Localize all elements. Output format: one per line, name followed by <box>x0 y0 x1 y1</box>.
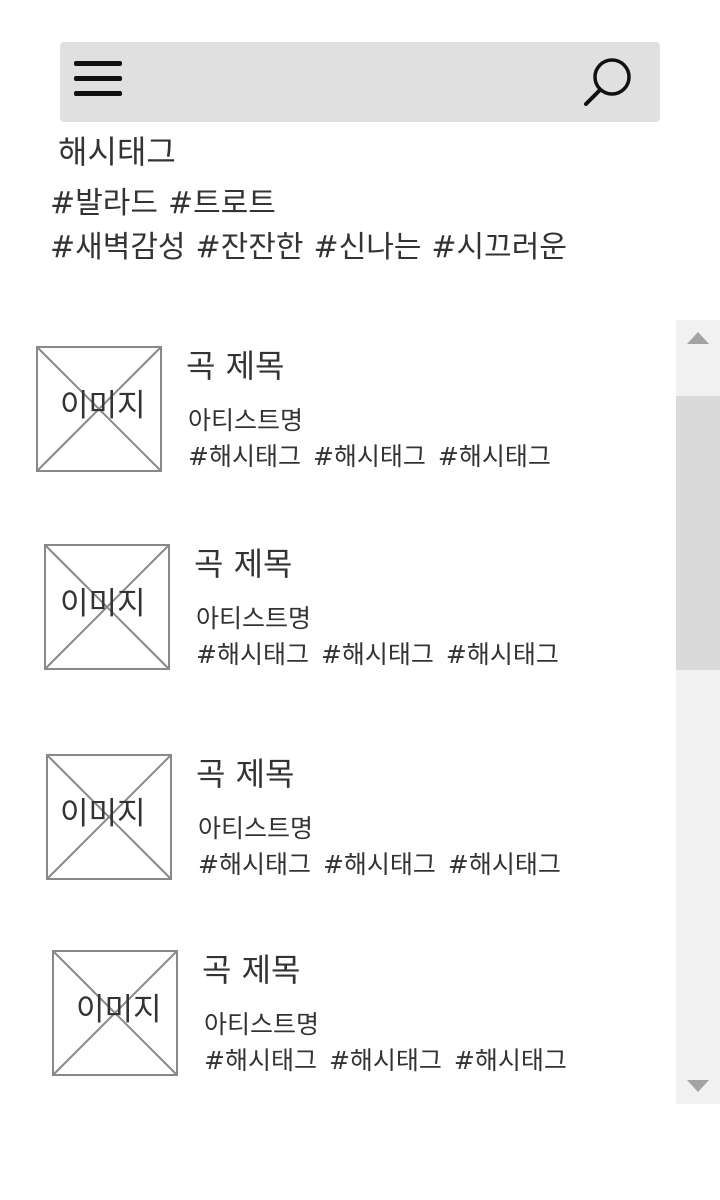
artist-name: 아티스트명 <box>204 1010 320 1039</box>
song-hashtag[interactable]: #해시태그 <box>204 1046 317 1075</box>
hashtag-section-title: 해시태그 <box>58 133 176 171</box>
song-hashtags: #해시태그 #해시태그 #해시태그 <box>198 848 573 882</box>
image-placeholder-label: 이미지 <box>60 586 146 622</box>
hashtag-calm[interactable]: #잔잔한 <box>196 230 304 265</box>
song-hashtag[interactable]: #해시태그 <box>188 442 301 471</box>
song-title: 곡 제목 <box>196 755 295 793</box>
song-hashtag[interactable]: #해시태그 <box>454 1046 567 1075</box>
song-hashtag[interactable]: #해시태그 <box>321 640 434 669</box>
vertical-scrollbar[interactable] <box>676 320 720 1104</box>
scrollbar-thumb[interactable] <box>676 396 720 670</box>
song-hashtag[interactable]: #해시태그 <box>313 442 426 471</box>
image-placeholder-label: 이미지 <box>60 796 146 832</box>
song-image-placeholder: 이미지 <box>52 950 178 1076</box>
image-placeholder-label: 이미지 <box>76 992 162 1028</box>
artist-name: 아티스트명 <box>198 814 314 843</box>
song-hashtags: #해시태그 #해시태그 #해시태그 <box>188 440 563 474</box>
hashtag-row: #발라드 #트로트 <box>50 184 286 224</box>
song-hashtag[interactable]: #해시태그 <box>448 850 561 879</box>
scroll-up-arrow-icon[interactable] <box>676 320 720 360</box>
song-image-placeholder: 이미지 <box>36 346 162 472</box>
song-hashtag[interactable]: #해시태그 <box>198 850 311 879</box>
artist-name: 아티스트명 <box>196 604 312 633</box>
song-hashtag[interactable]: #해시태그 <box>323 850 436 879</box>
song-title: 곡 제목 <box>194 545 293 583</box>
hashtag-dawn-mood[interactable]: #새벽감성 <box>50 230 186 265</box>
song-hashtags: #해시태그 #해시태그 #해시태그 <box>204 1044 579 1078</box>
hashtag-ballad[interactable]: #발라드 <box>50 186 158 221</box>
hamburger-menu-icon <box>74 61 122 96</box>
image-placeholder-label: 이미지 <box>60 388 146 424</box>
menu-button[interactable] <box>72 58 124 104</box>
hashtag-trot[interactable]: #트로트 <box>168 186 276 221</box>
artist-name: 아티스트명 <box>188 406 304 435</box>
song-title: 곡 제목 <box>186 347 285 385</box>
search-icon <box>584 58 631 106</box>
hashtag-exciting[interactable]: #신나는 <box>313 230 421 265</box>
top-bar <box>60 42 660 122</box>
song-image-placeholder: 이미지 <box>44 544 170 670</box>
song-title: 곡 제목 <box>202 951 301 989</box>
hashtag-row: #새벽감성 #잔잔한 #신나는 #시끄러운 <box>50 228 577 268</box>
song-hashtags: #해시태그 #해시태그 #해시태그 <box>196 638 571 672</box>
song-hashtag[interactable]: #해시태그 <box>446 640 559 669</box>
song-hashtag[interactable]: #해시태그 <box>196 640 309 669</box>
song-image-placeholder: 이미지 <box>46 754 172 880</box>
song-hashtag[interactable]: #해시태그 <box>438 442 551 471</box>
song-hashtag[interactable]: #해시태그 <box>329 1046 442 1075</box>
search-button[interactable] <box>582 56 634 108</box>
scroll-down-arrow-icon[interactable] <box>676 1064 720 1104</box>
hashtag-loud[interactable]: #시끄러운 <box>431 230 567 265</box>
